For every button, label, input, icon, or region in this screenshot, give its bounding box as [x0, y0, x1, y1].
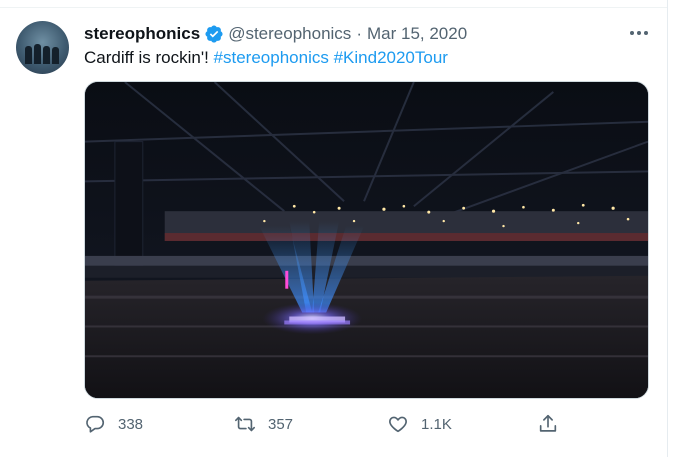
tweet-media-photo[interactable] [84, 81, 649, 399]
hashtag-link[interactable]: #stereophonics [214, 48, 329, 67]
avatar[interactable] [16, 21, 69, 74]
like-button[interactable]: 1.1K [387, 410, 452, 438]
tweet-actions: 338 357 1.1K [84, 410, 564, 438]
tweet-header: stereophonics @stereophonics · Mar 15, 2… [84, 23, 467, 45]
reply-icon [86, 415, 105, 433]
retweet-button[interactable]: 357 [234, 410, 293, 438]
timeline-border [667, 0, 668, 457]
tweet-text: Cardiff is rockin'! #stereophonics #Kind… [84, 48, 448, 68]
share-button[interactable] [537, 410, 559, 438]
reply-button[interactable]: 338 [84, 410, 143, 438]
reply-count: 338 [118, 415, 144, 433]
retweet-count: 357 [268, 415, 294, 433]
like-count: 1.1K [421, 415, 452, 433]
heart-icon [389, 416, 407, 433]
handle[interactable]: @stereophonics [228, 24, 351, 44]
more-options-icon[interactable] [628, 26, 650, 40]
tweet-text-plain: Cardiff is rockin'! [84, 48, 209, 67]
separator-dot: · [356, 24, 362, 43]
share-icon [539, 414, 557, 432]
concert-arena-photo [85, 82, 648, 398]
retweet-icon [235, 416, 255, 432]
hashtag-link[interactable]: #Kind2020Tour [334, 48, 448, 67]
display-name[interactable]: stereophonics [84, 24, 200, 44]
tweet-date[interactable]: Mar 15, 2020 [367, 24, 467, 44]
timeline-divider [0, 0, 668, 8]
verified-badge-icon [204, 24, 224, 44]
